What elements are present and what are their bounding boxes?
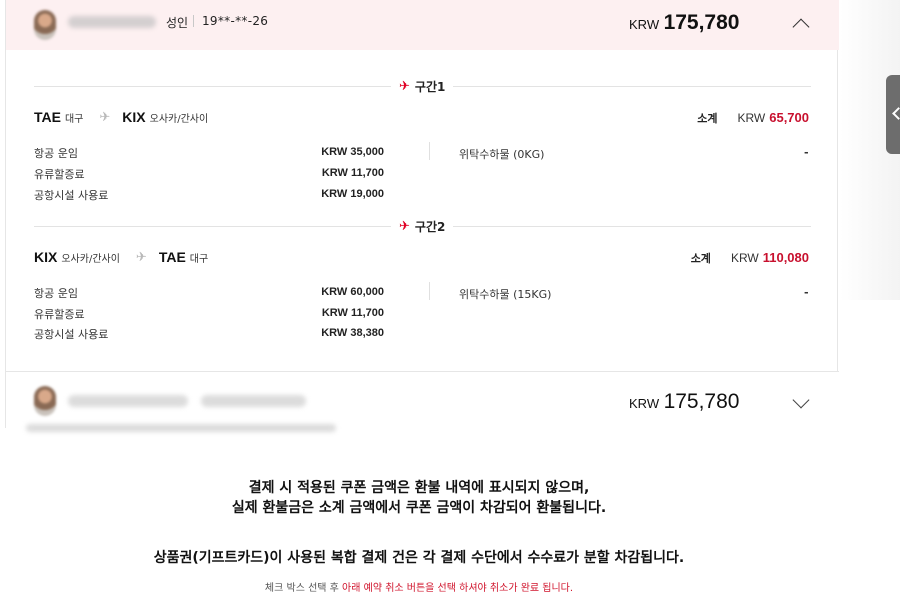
passenger-name-redacted xyxy=(68,16,156,28)
origin-code: TAE xyxy=(34,109,61,125)
subtotal-currency: KRW xyxy=(737,111,766,125)
coupon-notice-line1: 결제 시 적용된 쿠폰 금액은 환불 내역에 표시되지 않으며, xyxy=(248,480,590,496)
subtotal-label: 소계 xyxy=(690,252,711,265)
passenger-header-2[interactable]: KRW 175,780 xyxy=(6,371,839,432)
total-currency: KRW xyxy=(629,17,660,32)
chevron-left-icon xyxy=(892,107,900,120)
chevron-down-icon[interactable] xyxy=(792,391,810,409)
passenger-total: KRW 175,780 xyxy=(629,390,739,414)
fee-value: KRW 35,000 xyxy=(321,146,384,158)
coupon-notice: 결제 시 적용된 쿠폰 금액은 환불 내역에 표시되지 않으며, 실제 환불금은… xyxy=(0,478,838,518)
plane-icon: ✈ xyxy=(399,79,410,94)
destination-city: 대구 xyxy=(189,253,209,265)
plane-icon: ✈ xyxy=(135,249,147,265)
redacted-area xyxy=(26,424,336,432)
subtotal-amount: 110,080 xyxy=(762,250,809,265)
fee-value: KRW 60,000 xyxy=(321,286,384,298)
coupon-notice-line2: 실제 환불금은 소계 금액에서 쿠폰 금액이 차감되어 환불됩니다. xyxy=(231,500,607,516)
fee-value: KRW 38,380 xyxy=(321,327,384,339)
chevron-up-icon[interactable] xyxy=(792,18,810,36)
avatar xyxy=(34,386,56,416)
segment-title-label: 구간1 xyxy=(414,80,446,94)
giftcard-notice: 상품권(기프트카드)이 사용된 복합 결제 건은 각 결제 수단에서 수수료가 … xyxy=(153,550,685,566)
segment-subtotal-1: 소계 KRW 65,700 xyxy=(697,110,809,126)
side-panel-tab[interactable] xyxy=(886,75,900,154)
passenger-total: KRW 175,780 xyxy=(629,11,739,35)
passenger-fare-card: 성인 19**-**-26 KRW 175,780 ✈ 구간1 TAE 대구 ✈… xyxy=(5,0,839,432)
fee-label: 유류할증료 xyxy=(34,308,85,321)
subtotal-amount: 65,700 xyxy=(769,110,809,125)
baggage-value: - xyxy=(804,146,809,159)
subtotal-label: 소계 xyxy=(697,112,718,125)
segment-title-1: ✈ 구간1 xyxy=(391,78,454,95)
divider xyxy=(193,15,194,27)
total-amount: 175,780 xyxy=(663,390,740,413)
passenger-birthdate: 19**-**-26 xyxy=(202,14,269,28)
origin-city: 오사카/간사이 xyxy=(61,253,120,265)
destination-code: TAE xyxy=(158,249,186,265)
avatar xyxy=(34,10,56,40)
origin-city: 대구 xyxy=(64,113,84,125)
route-2: KIX 오사카/간사이 ✈ TAE 대구 xyxy=(34,249,208,265)
fee-value: KRW 19,000 xyxy=(321,188,384,200)
passenger-info-redacted xyxy=(201,395,306,407)
total-amount: 175,780 xyxy=(663,11,740,34)
passenger-header-1[interactable]: 성인 19**-**-26 KRW 175,780 xyxy=(6,0,839,50)
passenger-name-redacted xyxy=(68,395,188,407)
baggage-label: 위탁수하물 (0KG) xyxy=(459,148,545,161)
divider xyxy=(429,282,430,300)
segment-subtotal-2: 소계 KRW 110,080 xyxy=(691,250,809,266)
fee-label: 항공 운임 xyxy=(34,147,78,160)
passenger-type: 성인 xyxy=(166,16,189,30)
baggage-label: 위탁수하물 (15KG) xyxy=(459,288,552,301)
fee-value: KRW 11,700 xyxy=(321,307,384,319)
destination-code: KIX xyxy=(122,109,146,125)
destination-city: 오사카/간사이 xyxy=(149,113,209,125)
route-1: TAE 대구 ✈ KIX 오사카/간사이 xyxy=(34,109,208,125)
checkbox-notice-red: 아래 예약 취소 버튼을 선택 하셔야 취소가 완료 됩니다. xyxy=(342,583,574,594)
plane-icon: ✈ xyxy=(399,219,410,234)
fee-label: 항공 운임 xyxy=(34,287,78,300)
subtotal-currency: KRW xyxy=(730,251,759,265)
divider xyxy=(429,142,430,160)
baggage-value: - xyxy=(804,286,809,299)
fee-label: 공항시설 사용료 xyxy=(34,328,109,341)
checkbox-notice-grey: 체크 박스 선택 후 xyxy=(264,583,343,594)
fee-label: 유류할증료 xyxy=(34,168,85,181)
segment-title-2: ✈ 구간2 xyxy=(391,218,454,235)
origin-code: KIX xyxy=(34,249,58,265)
plane-icon: ✈ xyxy=(99,109,111,125)
segment-title-label: 구간2 xyxy=(414,220,446,234)
checkbox-notice: 체크 박스 선택 후 아래 예약 취소 버튼을 선택 하셔야 취소가 완료 됩니… xyxy=(0,579,838,594)
total-currency: KRW xyxy=(629,396,660,411)
fee-label: 공항시설 사용료 xyxy=(34,189,109,202)
fee-value: KRW 11,700 xyxy=(321,167,384,179)
